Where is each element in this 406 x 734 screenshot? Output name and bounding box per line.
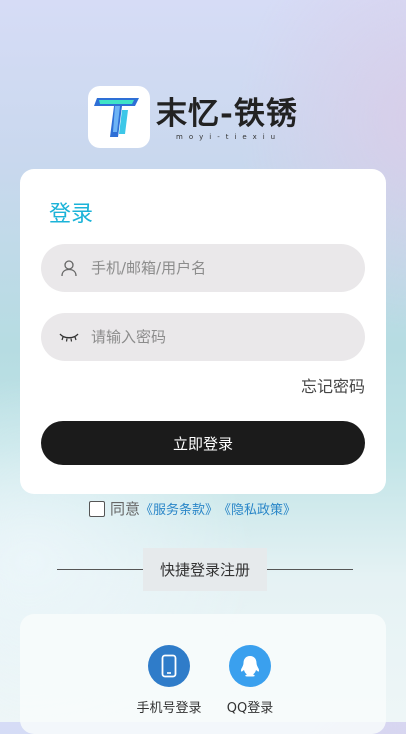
- divider-right: [267, 569, 353, 570]
- user-icon: [58, 257, 80, 279]
- quick-login-panel: 手机号登录 QQ登录: [20, 614, 386, 734]
- agreement-prefix: 同意: [110, 500, 141, 518]
- qq-login-button[interactable]: QQ登录: [205, 645, 295, 716]
- phone-login-label: 手机号登录: [136, 701, 202, 716]
- eye-closed-icon[interactable]: [58, 326, 80, 348]
- phone-login-button[interactable]: 手机号登录: [124, 645, 214, 716]
- login-card: 登录 忘记密码 立即登录: [20, 169, 386, 494]
- quick-login-label: 快捷登录注册: [143, 548, 267, 591]
- brand: 末忆-铁锈 moyi-tiexiu: [156, 96, 316, 141]
- service-terms-link[interactable]: 《服务条款》: [140, 499, 218, 518]
- privacy-policy-link[interactable]: 《隐私政策》: [218, 499, 296, 518]
- agreement-row: 同意 《服务条款》 《隐私政策》: [89, 498, 296, 519]
- qq-icon: [229, 645, 271, 687]
- agreement-checkbox[interactable]: [89, 500, 105, 517]
- app-logo: [88, 86, 150, 148]
- brand-subtitle: moyi-tiexiu: [176, 133, 282, 141]
- login-title: 登录: [49, 202, 94, 227]
- password-field[interactable]: [41, 313, 365, 361]
- forgot-password-link[interactable]: 忘记密码: [301, 373, 365, 397]
- login-button[interactable]: 立即登录: [41, 421, 365, 465]
- divider-left: [57, 569, 143, 570]
- brand-title: 末忆-铁锈: [156, 96, 298, 132]
- logo-t-icon: [94, 98, 139, 137]
- username-field[interactable]: [41, 244, 365, 292]
- qq-login-label: QQ登录: [226, 701, 274, 716]
- phone-icon: [148, 645, 190, 687]
- username-input[interactable]: [91, 259, 331, 277]
- password-input[interactable]: [91, 328, 331, 346]
